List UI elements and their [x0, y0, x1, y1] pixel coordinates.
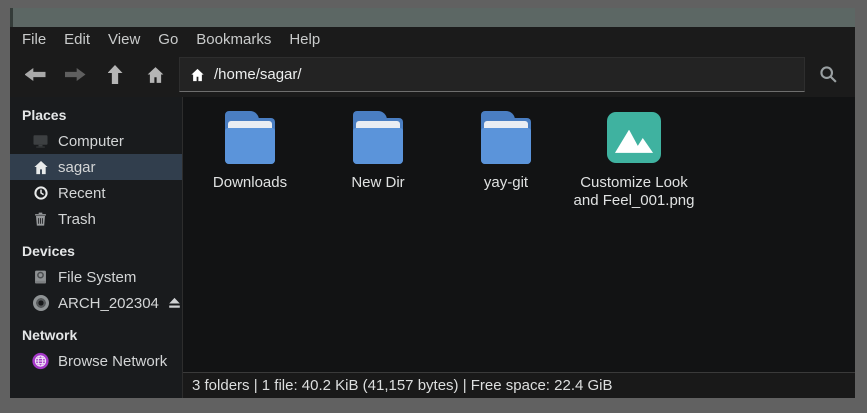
disc-icon [32, 295, 49, 312]
sidebar: Places Computer [10, 97, 183, 398]
file-item-customize-look-png[interactable]: Customize Look and Feel_001.png [573, 111, 695, 211]
file-label: Downloads [213, 174, 287, 192]
status-text: 3 folders | 1 file: 40.2 KiB (41,157 byt… [192, 377, 613, 394]
sidebar-section-devices: Devices File System ARCH_202304 [10, 239, 182, 316]
sidebar-item-label: File System [58, 269, 136, 286]
folder-icon [350, 111, 406, 164]
clock-icon [32, 185, 49, 202]
sidebar-item-sagar[interactable]: sagar [10, 154, 182, 180]
menu-go[interactable]: Go [158, 31, 178, 48]
menu-help[interactable]: Help [289, 31, 320, 48]
content-area: Places Computer [10, 97, 855, 398]
file-label: yay-git [484, 174, 528, 192]
sidebar-item-file-system[interactable]: File System [10, 264, 182, 290]
sidebar-item-trash[interactable]: Trash [10, 206, 182, 232]
home-icon [146, 66, 165, 84]
home-button[interactable] [139, 59, 171, 91]
up-button[interactable] [99, 59, 131, 91]
file-item-yay-git[interactable]: yay-git [445, 111, 567, 192]
sidebar-item-label: Computer [58, 133, 124, 150]
window-titlebar[interactable]: sagar - Thunar [10, 8, 855, 27]
sidebar-item-label: sagar [58, 159, 96, 176]
sidebar-item-label: Browse Network [58, 353, 167, 370]
file-label: Customize Look and Feel_001.png [573, 174, 695, 211]
computer-icon [32, 133, 49, 150]
sidebar-item-label: Trash [58, 211, 96, 228]
sidebar-item-browse-network[interactable]: Browse Network [10, 348, 182, 374]
image-file-icon [606, 111, 662, 164]
sidebar-section-network: Network Browse Network [10, 323, 182, 374]
menu-file[interactable]: File [22, 31, 46, 48]
eject-icon[interactable] [168, 297, 181, 309]
trash-icon [32, 211, 49, 228]
statusbar: 3 folders | 1 file: 40.2 KiB (41,157 byt… [183, 372, 855, 398]
file-label: New Dir [351, 174, 404, 192]
file-view[interactable]: Downloads New Dir yay-git [183, 97, 855, 372]
sidebar-item-recent[interactable]: Recent [10, 180, 182, 206]
sidebar-item-arch-202304[interactable]: ARCH_202304 [10, 290, 182, 316]
forward-button[interactable] [59, 59, 91, 91]
arrow-up-icon [108, 65, 123, 84]
thunar-window: sagar - Thunar File Edit View Go Bookmar… [10, 8, 855, 398]
sidebar-item-computer[interactable]: Computer [10, 128, 182, 154]
toolbar: /home/sagar/ [10, 52, 855, 97]
section-header-places: Places [10, 103, 182, 128]
menu-edit[interactable]: Edit [64, 31, 90, 48]
sidebar-section-places: Places Computer [10, 103, 182, 232]
search-button[interactable] [811, 58, 845, 92]
sidebar-item-label: ARCH_202304 [58, 295, 159, 312]
drive-icon [32, 269, 49, 286]
menu-view[interactable]: View [108, 31, 140, 48]
location-bar[interactable]: /home/sagar/ [179, 57, 805, 92]
home-icon [190, 68, 205, 82]
arrow-left-icon [25, 68, 46, 81]
section-header-devices: Devices [10, 239, 182, 264]
network-globe-icon [32, 353, 49, 370]
file-item-downloads[interactable]: Downloads [189, 111, 311, 192]
sidebar-item-label: Recent [58, 185, 106, 202]
folder-icon [222, 111, 278, 164]
menu-bookmarks[interactable]: Bookmarks [196, 31, 271, 48]
current-path: /home/sagar/ [214, 66, 302, 83]
file-item-new-dir[interactable]: New Dir [317, 111, 439, 192]
back-button[interactable] [19, 59, 51, 91]
folder-icon [478, 111, 534, 164]
home-icon [32, 159, 49, 176]
search-icon [819, 65, 838, 84]
main-column: Downloads New Dir yay-git [183, 97, 855, 398]
arrow-right-icon [65, 68, 86, 81]
menubar: File Edit View Go Bookmarks Help [10, 27, 855, 52]
section-header-network: Network [10, 323, 182, 348]
